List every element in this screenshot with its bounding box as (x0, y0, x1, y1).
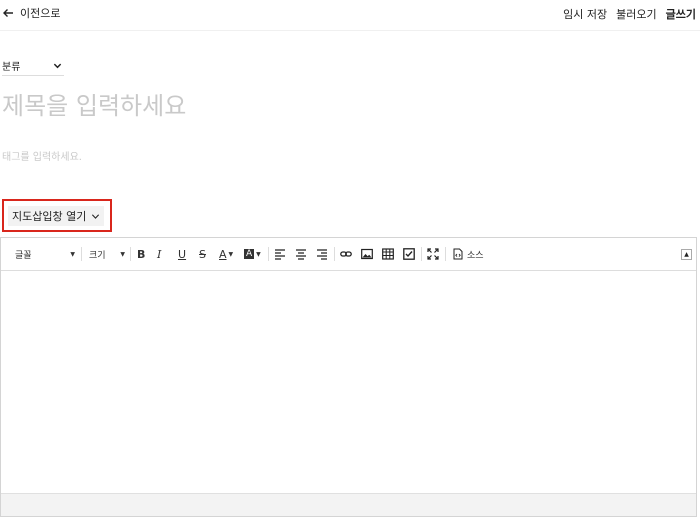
table-icon (382, 248, 394, 260)
category-select[interactable]: 분류 (2, 55, 64, 76)
temp-save-button[interactable]: 임시 저장 (563, 6, 607, 22)
dropdown-caret-icon: ▼ (70, 250, 75, 258)
font-family-label: 글꼴 (15, 250, 32, 261)
underline-button[interactable]: U (178, 247, 186, 261)
tag-input[interactable] (2, 148, 402, 166)
triangle-up-icon: ▲ (684, 250, 689, 258)
top-bar: 이전으로 임시 저장 불러오기 글쓰기 (0, 0, 700, 31)
load-button[interactable]: 불러오기 (616, 6, 656, 22)
editor-toolbar: 글꼴 ▼ 크기 ▼ B I U S A ▼ A ▼ 소스 ▲ (1, 238, 696, 271)
toolbar-divider (445, 247, 446, 261)
dropdown-caret-icon: ▼ (228, 250, 234, 258)
toolbar-divider (334, 247, 335, 261)
italic-button[interactable]: I (157, 247, 161, 261)
arrow-left-icon (3, 9, 13, 17)
background-color-button[interactable]: A ▼ (244, 247, 261, 261)
bold-icon: B (137, 247, 146, 261)
image-button[interactable] (361, 247, 373, 261)
dropdown-caret-icon: ▼ (120, 250, 125, 258)
align-left-button[interactable] (274, 247, 286, 261)
checkbox-button[interactable] (403, 247, 415, 261)
title-input[interactable] (2, 86, 692, 126)
map-toggle-label: 지도삽입창 열기 (12, 210, 87, 223)
editor-resize-bar[interactable] (1, 493, 696, 516)
align-center-icon (296, 249, 306, 260)
category-value: 분류 (2, 61, 21, 73)
font-size-label: 크기 (89, 250, 106, 261)
link-button[interactable] (340, 247, 352, 261)
dropdown-caret-icon: ▼ (256, 250, 261, 258)
write-button[interactable]: 글쓰기 (666, 6, 696, 22)
source-code-icon (453, 248, 463, 260)
text-color-icon: A (219, 247, 227, 261)
fullscreen-icon (427, 248, 439, 260)
font-family-select[interactable]: 글꼴 ▼ (15, 247, 75, 261)
strikethrough-button[interactable]: S (199, 247, 206, 261)
source-label: 소스 (467, 250, 484, 261)
bold-button[interactable]: B (137, 247, 145, 261)
collapse-toolbar-button[interactable]: ▲ (681, 249, 692, 260)
text-color-button[interactable]: A ▼ (219, 247, 233, 261)
fullscreen-button[interactable] (427, 247, 439, 261)
rich-text-editor: 글꼴 ▼ 크기 ▼ B I U S A ▼ A ▼ 소스 ▲ (0, 237, 697, 517)
background-color-icon: A (244, 249, 255, 259)
map-toggle-highlight: 지도삽입창 열기 (2, 199, 112, 232)
toolbar-divider (130, 247, 131, 261)
align-right-icon (317, 249, 327, 260)
align-center-button[interactable] (295, 247, 307, 261)
image-icon (361, 248, 373, 260)
toolbar-divider (268, 247, 269, 261)
map-insert-toggle-button[interactable]: 지도삽입창 열기 (8, 206, 105, 226)
chevron-down-icon (53, 63, 62, 68)
italic-icon: I (157, 247, 162, 261)
back-label: 이전으로 (20, 7, 61, 20)
align-left-icon (275, 249, 285, 260)
chevron-down-icon (92, 213, 100, 219)
table-button[interactable] (382, 247, 394, 261)
underline-icon: U (178, 247, 187, 261)
align-right-button[interactable] (316, 247, 328, 261)
toolbar-divider (421, 247, 422, 261)
editor-content-area[interactable] (1, 271, 696, 495)
back-button[interactable]: 이전으로 (2, 5, 60, 21)
checkbox-icon (403, 248, 415, 260)
link-icon (340, 251, 352, 257)
source-button[interactable]: 소스 (452, 247, 484, 261)
font-size-select[interactable]: 크기 ▼ (89, 247, 125, 261)
top-actions: 임시 저장 불러오기 글쓰기 (563, 6, 696, 22)
strikethrough-icon: S (199, 247, 206, 261)
toolbar-divider (81, 247, 82, 261)
